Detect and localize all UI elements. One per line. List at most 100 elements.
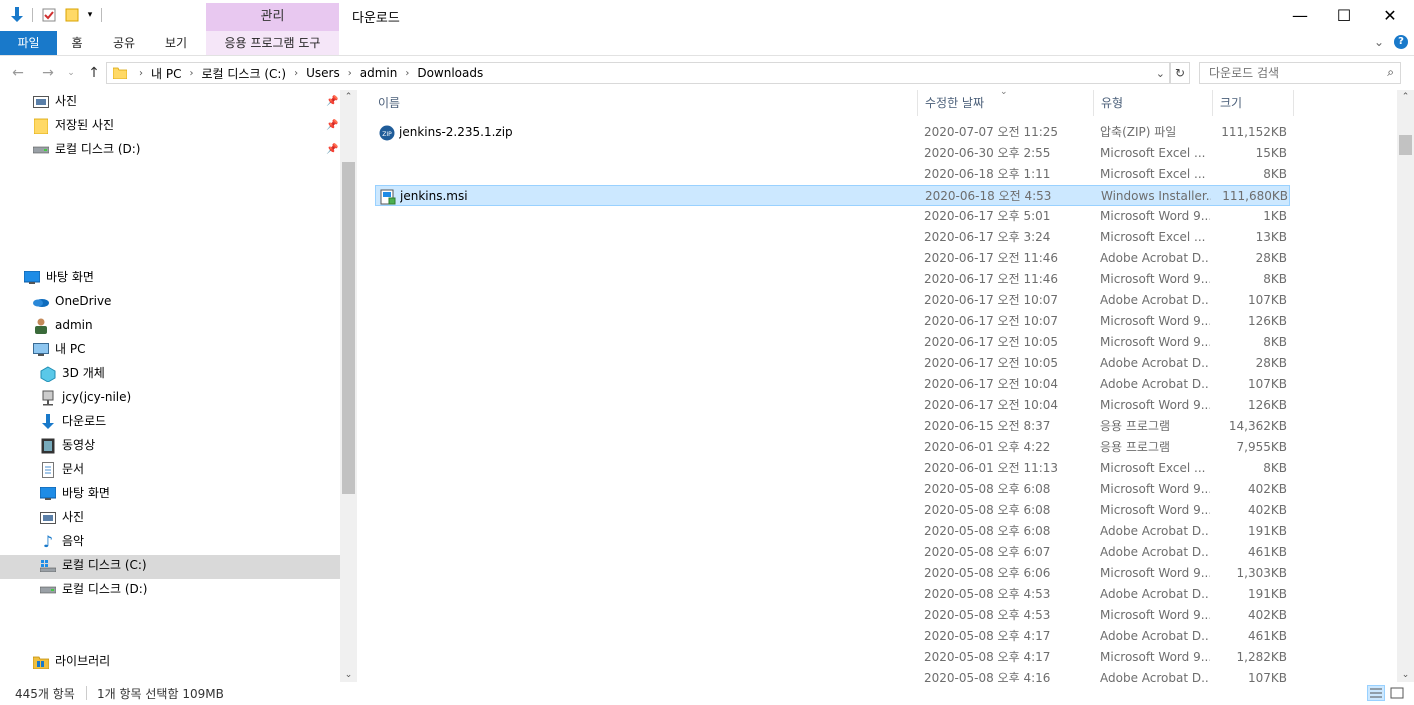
minimize-button[interactable]: — xyxy=(1277,0,1323,31)
file-row[interactable]: 2020-05-08 오후 6:08 Microsoft Word 9... 402… xyxy=(375,500,1290,521)
breadcrumb-separator[interactable]: › xyxy=(139,68,143,79)
file-row[interactable]: 2020-06-17 오전 10:04 Microsoft Word 9... 12… xyxy=(375,395,1290,416)
file-row[interactable]: 2020-06-17 오후 5:01 Microsoft Word 9... 1KB xyxy=(375,206,1290,227)
file-row[interactable]: 2020-05-08 오후 6:06 Microsoft Word 9... 1,3… xyxy=(375,563,1290,584)
address-dropdown-icon[interactable]: ⌄ xyxy=(1156,63,1165,83)
up-arrow-icon[interactable]: ↑ xyxy=(85,61,103,85)
nav-scrollbar-thumb[interactable] xyxy=(342,162,355,494)
scroll-down-icon[interactable]: ⌄ xyxy=(1397,670,1414,680)
file-row[interactable]: 2020-06-17 오전 10:05 Adobe Acrobat D... 28K… xyxy=(375,353,1290,374)
nav-item-desktop[interactable]: 바탕 화면 xyxy=(24,266,94,289)
file-row[interactable]: 2020-06-17 오전 10:07 Microsoft Word 9... 12… xyxy=(375,311,1290,332)
properties-check-icon[interactable] xyxy=(40,5,58,25)
tab-share[interactable]: 공유 xyxy=(107,31,141,55)
file-row[interactable]: 2020-06-17 오전 10:05 Microsoft Word 9... 8K… xyxy=(375,332,1290,353)
context-tab-manage[interactable]: 관리 xyxy=(206,3,339,31)
pin-icon[interactable]: 📌 xyxy=(326,120,338,131)
scroll-up-icon[interactable]: ⌃ xyxy=(340,92,357,102)
file-row[interactable]: 2020-06-01 오후 4:22 응용 프로그램 7,955KB xyxy=(375,437,1290,458)
nav-item-pictures[interactable]: 사진 xyxy=(40,506,84,529)
large-icons-view-icon[interactable] xyxy=(1389,686,1407,702)
file-row[interactable]: 2020-06-15 오전 8:37 응용 프로그램 14,362KB xyxy=(375,416,1290,437)
file-row[interactable]: 2020-06-17 오전 10:04 Adobe Acrobat D... 107… xyxy=(375,374,1290,395)
close-button[interactable]: ✕ xyxy=(1367,0,1413,31)
nav-item-music[interactable]: ♪ 음악 xyxy=(40,530,84,553)
nav-item-saved-pictures[interactable]: 저장된 사진 xyxy=(33,114,114,137)
breadcrumb-downloads[interactable]: Downloads xyxy=(417,66,483,80)
nav-item-onedrive[interactable]: OneDrive xyxy=(33,290,111,313)
pin-icon[interactable]: 📌 xyxy=(326,144,338,155)
file-row[interactable]: 2020-06-17 오전 10:07 Adobe Acrobat D... 107… xyxy=(375,290,1290,311)
file-row-jenkins-msi[interactable]: jenkins.msi 2020-06-18 오전 4:53 Windows Ins… xyxy=(375,185,1290,206)
file-row[interactable]: 2020-06-17 오후 3:24 Microsoft Excel ... 13K… xyxy=(375,227,1290,248)
nav-item-local-disk-c[interactable]: 로컬 디스크 (C:) xyxy=(40,554,147,577)
search-box[interactable]: ⌕ xyxy=(1199,62,1401,84)
nav-item-documents[interactable]: 문서 xyxy=(40,458,84,481)
file-row[interactable]: 2020-05-08 오후 6:07 Adobe Acrobat D... 461K… xyxy=(375,542,1290,563)
breadcrumb-users[interactable]: Users xyxy=(306,66,340,80)
column-header-date[interactable]: 수정한 날짜 xyxy=(917,90,1094,116)
pin-icon[interactable]: 📌 xyxy=(326,96,338,107)
address-bar[interactable]: › 내 PC › 로컬 디스크 (C:) › Users › admin › D… xyxy=(106,62,1170,84)
nav-item-label: 라이브러리 xyxy=(55,654,111,668)
nav-item-3d-objects[interactable]: 3D 개체 xyxy=(40,362,105,385)
file-row[interactable]: 2020-05-08 오후 4:53 Adobe Acrobat D... 191K… xyxy=(375,584,1290,605)
tab-home[interactable]: 홈 xyxy=(62,31,92,55)
file-row[interactable]: 2020-06-18 오후 1:11 Microsoft Excel ... 8KB xyxy=(375,164,1290,185)
nav-item-local-disk-d-pinned[interactable]: 로컬 디스크 (D:) xyxy=(33,138,140,161)
details-view-icon[interactable] xyxy=(1367,685,1385,701)
file-row[interactable]: 2020-06-17 오전 11:46 Microsoft Word 9... 8K… xyxy=(375,269,1290,290)
nav-item-desktop-2[interactable]: 바탕 화면 xyxy=(40,482,110,505)
search-icon[interactable]: ⌕ xyxy=(1387,65,1394,80)
nav-item-videos[interactable]: 동영상 xyxy=(40,434,95,457)
nav-item-downloads[interactable]: 다운로드 xyxy=(40,410,106,433)
file-row[interactable]: 2020-05-08 오후 4:17 Adobe Acrobat D... 461K… xyxy=(375,626,1290,647)
refresh-icon[interactable]: ↻ xyxy=(1170,62,1190,84)
column-header-size[interactable]: 크기 xyxy=(1212,90,1294,116)
customize-qa-dropdown-icon[interactable]: ▾ xyxy=(84,5,96,25)
scroll-down-icon[interactable]: ⌄ xyxy=(340,670,357,680)
new-folder-icon[interactable] xyxy=(63,5,81,25)
search-input[interactable] xyxy=(1200,63,1370,83)
breadcrumb-my-pc[interactable]: 내 PC xyxy=(151,65,181,82)
forward-arrow-icon[interactable]: → xyxy=(38,61,58,85)
breadcrumb-separator[interactable]: › xyxy=(405,68,409,79)
breadcrumb-separator[interactable]: › xyxy=(294,68,298,79)
file-row[interactable]: 2020-06-30 오후 2:55 Microsoft Excel ... 15K… xyxy=(375,143,1290,164)
tab-application-tools[interactable]: 응용 프로그램 도구 xyxy=(206,31,339,55)
expand-ribbon-icon[interactable]: ⌄ xyxy=(1374,35,1384,49)
breadcrumb-admin[interactable]: admin xyxy=(360,66,398,80)
breadcrumb-separator[interactable]: › xyxy=(348,68,352,79)
cell-size: 1,282KB xyxy=(1236,650,1287,664)
maximize-button[interactable]: ☐ xyxy=(1321,0,1367,31)
file-row[interactable]: 2020-06-17 오전 11:46 Adobe Acrobat D... 28K… xyxy=(375,248,1290,269)
file-list-scrollbar-thumb[interactable] xyxy=(1399,135,1412,155)
breadcrumb-local-disk-c[interactable]: 로컬 디스크 (C:) xyxy=(201,65,286,82)
file-row[interactable]: 2020-05-08 오후 6:08 Adobe Acrobat D... 191K… xyxy=(375,521,1290,542)
nav-item-admin[interactable]: admin xyxy=(33,314,93,337)
file-row[interactable]: 2020-05-08 오후 4:53 Microsoft Word 9... 402… xyxy=(375,605,1290,626)
nav-item-pictures-pinned[interactable]: 사진 xyxy=(33,90,77,113)
back-arrow-icon[interactable]: ← xyxy=(8,61,28,85)
column-header-name[interactable]: 이름 xyxy=(370,90,918,116)
help-icon[interactable]: ? xyxy=(1394,35,1408,49)
nav-item-label: 바탕 화면 xyxy=(46,270,94,284)
tab-view[interactable]: 보기 xyxy=(158,31,194,55)
file-list-scrollbar[interactable]: ⌃ ⌄ xyxy=(1397,90,1414,682)
nav-pane-scrollbar[interactable]: ⌃ ⌄ xyxy=(340,90,357,682)
file-row[interactable]: 2020-05-08 오후 4:17 Microsoft Word 9... 1,2… xyxy=(375,647,1290,668)
quick-access-properties-icon[interactable] xyxy=(8,5,26,25)
column-header-type[interactable]: 유형 xyxy=(1093,90,1213,116)
nav-item-local-disk-d[interactable]: 로컬 디스크 (D:) xyxy=(40,578,147,601)
recent-locations-dropdown-icon[interactable]: ⌄ xyxy=(64,61,78,85)
file-row[interactable]: 2020-05-08 오후 6:08 Microsoft Word 9... 402… xyxy=(375,479,1290,500)
breadcrumb-separator[interactable]: › xyxy=(189,68,193,79)
file-row[interactable]: 2020-06-01 오전 11:13 Microsoft Excel ... 8K… xyxy=(375,458,1290,479)
nav-item-libraries[interactable]: 라이브러리 xyxy=(33,650,110,673)
nav-item-my-pc[interactable]: 내 PC xyxy=(33,338,85,361)
file-row[interactable]: 2020-05-08 오후 4:16 Adobe Acrobat D... 107K… xyxy=(375,668,1290,682)
nav-item-network-drive[interactable]: jcy(jcy-nile) xyxy=(40,386,131,409)
file-row-jenkins-2-235-1-zip[interactable]: ZIP jenkins-2.235.1.zip 2020-07-07 오전 11:2… xyxy=(375,122,1290,143)
scroll-up-icon[interactable]: ⌃ xyxy=(1397,92,1414,102)
tab-file[interactable]: 파일 xyxy=(0,31,57,55)
